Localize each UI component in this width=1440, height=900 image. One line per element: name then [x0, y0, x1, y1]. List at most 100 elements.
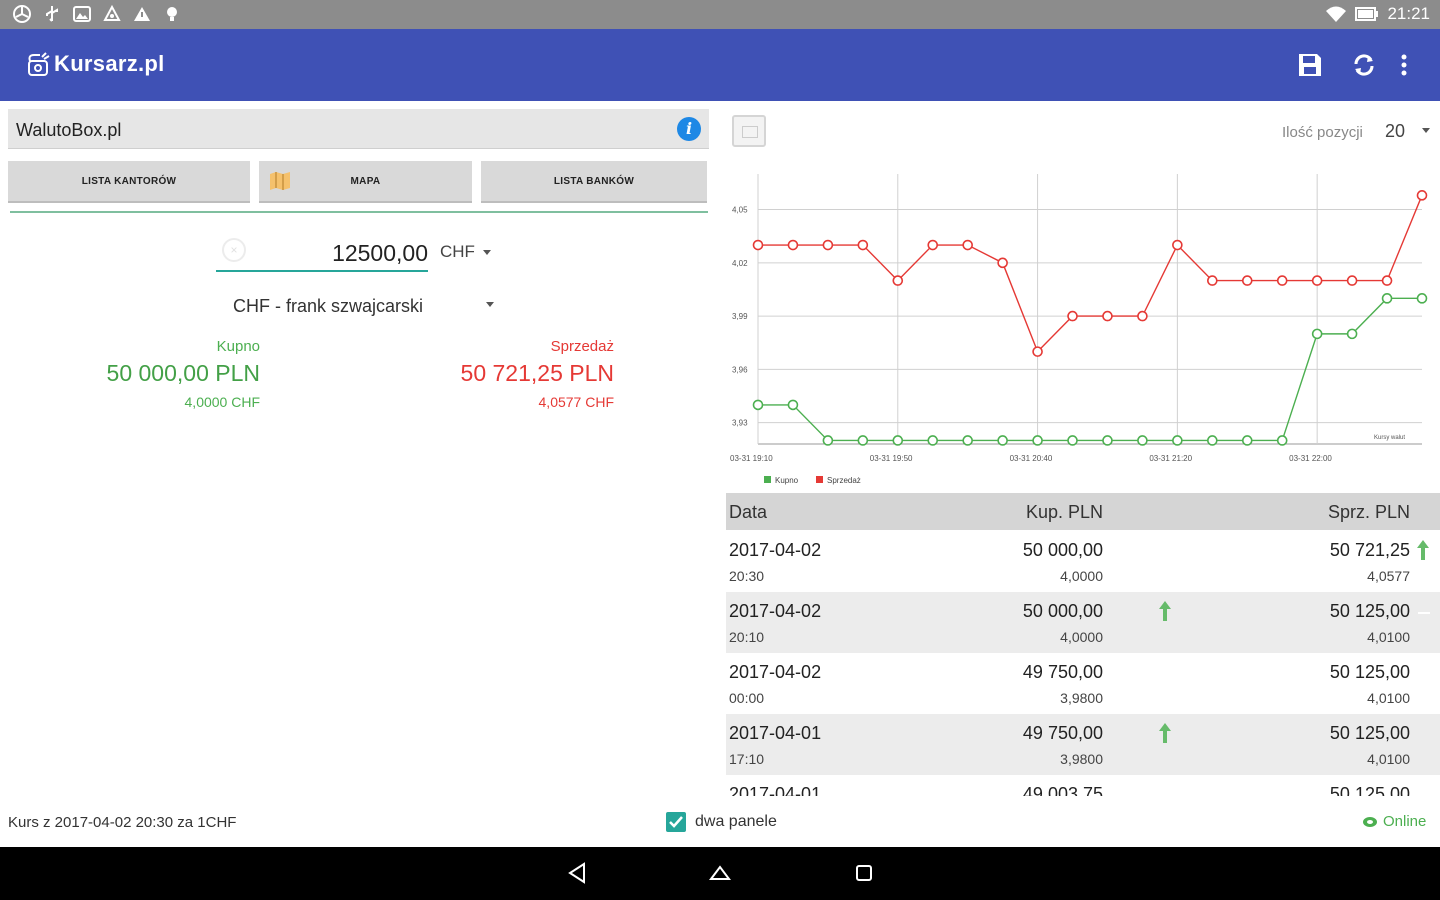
row-time: 17:10	[729, 751, 765, 767]
lista-kantorow-label: LISTA KANTORÓW	[81, 175, 177, 187]
chart-point	[1207, 275, 1218, 286]
dwa-panele-checkbox[interactable]	[666, 812, 686, 832]
app-bar: Kursarz.pl	[0, 29, 1440, 101]
chart-point	[1172, 435, 1183, 446]
row-time: 00:00	[729, 690, 765, 706]
recents-icon[interactable]	[852, 861, 876, 885]
map-book-icon	[270, 172, 290, 190]
chart-point	[1346, 275, 1358, 286]
chart-point	[822, 435, 834, 446]
arrow-up-icon	[1159, 601, 1171, 621]
chart-point	[1311, 275, 1323, 286]
wifi-icon	[1326, 6, 1347, 22]
pinwheel-icon	[13, 5, 31, 23]
rate-chart-svg: 4,05 4,02 3,99 3,96 3,93 03-31 19:10 03-31 19:…	[730, 174, 1428, 485]
currency-full-select[interactable]: CHF - frank szwajcarski	[233, 296, 423, 317]
chart-point	[997, 257, 1008, 269]
source-selector[interactable]: WalutoBox.pl i	[8, 109, 709, 149]
currency-code-select[interactable]: CHF	[440, 242, 491, 262]
source-name: WalutoBox.pl	[16, 120, 122, 140]
info-icon[interactable]: i	[677, 117, 701, 141]
overflow-menu-button[interactable]	[1386, 47, 1422, 83]
table-row[interactable]: 2017-04-01 49 003,75 50 125,00	[726, 775, 1440, 796]
header-sprz: Sprz. PLN	[1327, 502, 1410, 522]
chart-point	[1067, 310, 1078, 322]
back-icon[interactable]	[565, 861, 589, 885]
arrow-up-icon	[1417, 540, 1429, 560]
amount-input[interactable]	[216, 236, 428, 272]
sprzedaz-label: Sprzedaż	[550, 338, 614, 355]
kupno-value: 50 000,00 PLN	[106, 360, 260, 386]
row-sprz-rate: 4,0100	[1367, 690, 1410, 706]
chart-x-tick-label: 03-31 20:40	[1010, 454, 1053, 463]
row-sprz: 50 125,00	[1329, 784, 1410, 796]
lista-bankow-button[interactable]: LISTA BANKÓW	[481, 161, 707, 203]
chart-point	[822, 239, 834, 251]
row-date: 2017-04-02	[729, 601, 822, 621]
chart-point	[1032, 435, 1043, 446]
chart-y-tick-label: 3,96	[732, 365, 748, 374]
row-kup-rate: 4,0000	[1060, 629, 1103, 645]
checkmark-icon	[669, 816, 683, 828]
sprzedaz-value: 50 721,25 PLN	[460, 360, 614, 386]
chart-point	[892, 435, 904, 446]
row-date: 2017-04-02	[729, 540, 822, 560]
usb-icon	[46, 6, 58, 22]
row-kup-rate: 3,9800	[1060, 751, 1103, 767]
home-icon[interactable]	[708, 861, 732, 885]
row-kup: 49 750,00	[1022, 662, 1103, 682]
chart-point	[1346, 328, 1358, 340]
chart-x-tick-label: 03-31 21:20	[1149, 454, 1192, 463]
chart-point	[997, 435, 1008, 446]
table-row[interactable]: 2017-04-02 00:00 49 750,00 3,9800 50 125…	[726, 653, 1440, 714]
row-date: 2017-04-01	[729, 784, 822, 796]
battery-icon	[1355, 7, 1379, 21]
system-nav-bar	[0, 847, 1440, 900]
row-sprz: 50 721,25	[1329, 540, 1410, 560]
chart-y-tick-label: 4,02	[732, 259, 748, 268]
table-row[interactable]: 2017-04-02 20:10 50 000,00 4,0000 50 125…	[726, 592, 1440, 653]
chart-point	[927, 239, 939, 251]
mapa-button[interactable]: MAPA	[259, 161, 472, 203]
chart-toggle-button[interactable]	[732, 115, 766, 147]
chart-y-tick-label: 3,99	[732, 312, 748, 321]
chart-point	[1102, 310, 1113, 322]
chart-corner-label: Kursy walut	[1374, 435, 1405, 441]
refresh-button[interactable]	[1346, 47, 1382, 83]
lista-kantorow-button[interactable]: LISTA KANTORÓW	[8, 161, 250, 203]
chart-series-line-sprzedaż	[758, 195, 1423, 353]
row-time: 20:10	[729, 629, 765, 645]
chart-point	[1381, 293, 1393, 304]
table-row[interactable]: 2017-04-01 17:10 49 750,00 3,9800 50 125…	[726, 714, 1440, 775]
chart-x-tick-label: 03-31 19:10	[730, 454, 773, 463]
table-row[interactable]: 2017-04-02 20:30 50 000,00 4,0000 50 721…	[726, 531, 1440, 592]
chart-point	[1172, 239, 1183, 251]
chart-point	[1137, 310, 1148, 322]
chart-point	[1207, 435, 1218, 446]
row-kup: 49 750,00	[1022, 723, 1103, 743]
row-date: 2017-04-02	[729, 662, 822, 682]
chart-point	[1032, 346, 1043, 357]
chart-point	[1416, 293, 1428, 304]
app-logo-icon	[28, 52, 50, 76]
ilosc-pozycji-select[interactable]: 20	[1385, 121, 1405, 142]
chart-point	[1137, 435, 1148, 446]
row-time: 20:30	[729, 568, 765, 584]
chart-point	[752, 399, 764, 411]
chevron-down-icon[interactable]	[486, 302, 494, 307]
row-kup-rate: 4,0000	[1060, 568, 1103, 584]
chart-y-tick-label: 4,05	[732, 206, 748, 215]
chart-point	[1067, 435, 1078, 446]
online-icon	[1363, 817, 1377, 827]
save-button[interactable]	[1292, 47, 1328, 83]
chart-point	[927, 435, 939, 446]
row-sprz-rate: 4,0100	[1367, 751, 1410, 767]
chevron-down-icon[interactable]	[1422, 128, 1430, 133]
dwa-panele-label[interactable]: dwa panele	[695, 813, 777, 831]
chart-point	[1311, 328, 1323, 340]
rates-table[interactable]: 2017-04-02 20:30 50 000,00 4,0000 50 721…	[726, 531, 1440, 796]
legend-swatch	[816, 476, 823, 483]
row-sprz-rate: 4,0577	[1367, 568, 1410, 584]
no-change-icon	[1418, 612, 1430, 614]
row-kup-rate: 3,9800	[1060, 690, 1103, 706]
